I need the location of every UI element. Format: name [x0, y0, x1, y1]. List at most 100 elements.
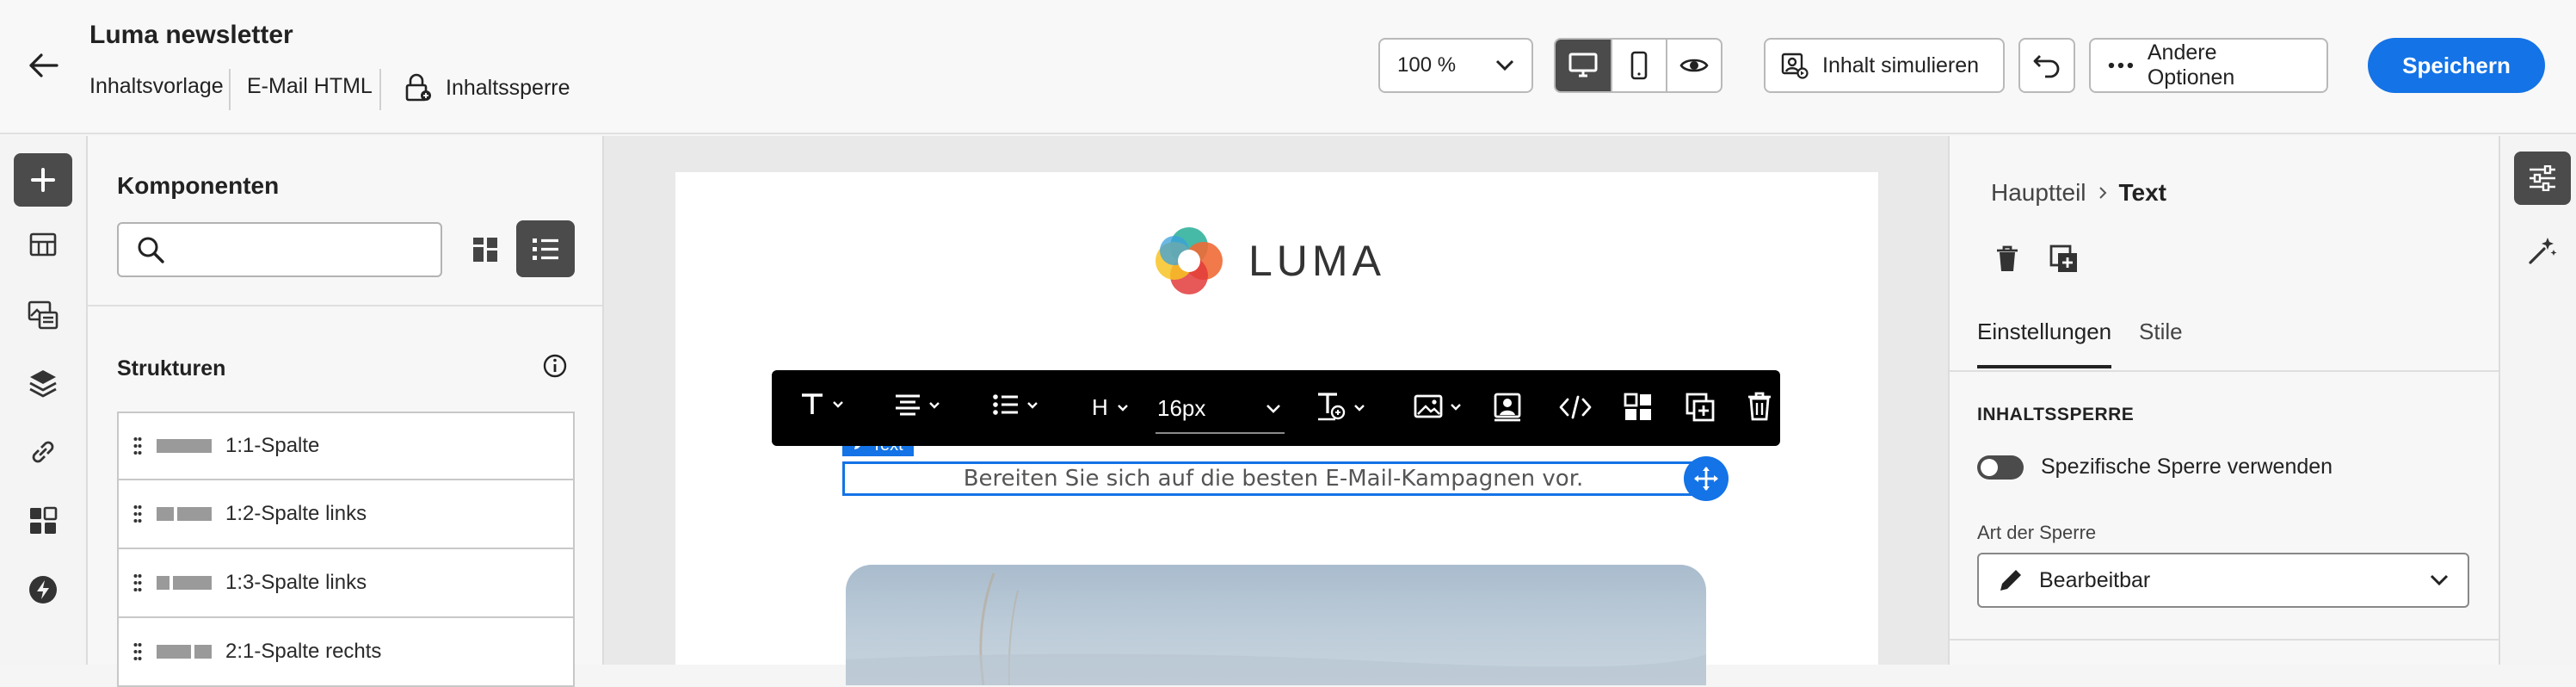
list-view-button[interactable]: [516, 220, 575, 277]
zoom-dropdown[interactable]: 100 %: [1378, 38, 1533, 93]
duplicate-button[interactable]: [1685, 393, 1715, 422]
personal-data-button[interactable]: [1493, 393, 1522, 422]
drag-handle-icon[interactable]: [119, 504, 157, 523]
fragments-button[interactable]: [14, 219, 72, 272]
content-lock-link[interactable]: Inhaltssperre: [404, 71, 570, 105]
selected-text-block[interactable]: Bereiten Sie sich auf die besten E-Mail-…: [842, 461, 1704, 496]
content-lock-label: Inhaltssperre: [446, 75, 570, 100]
drag-handle-icon[interactable]: [119, 436, 157, 455]
more-options-label: Andere Optionen: [2147, 40, 2235, 90]
structure-item-2-1-right[interactable]: 2:1-Spalte rechts: [117, 618, 575, 687]
chevron-down-icon: [1027, 401, 1038, 409]
hero-image-grass: [846, 572, 1706, 685]
components-title: Komponenten: [117, 172, 280, 199]
code-icon: [1559, 395, 1592, 419]
assets-button[interactable]: [14, 288, 72, 341]
chevron-down-icon: [1451, 403, 1461, 411]
grid-icon: [30, 506, 58, 534]
panel-divider: [88, 305, 602, 306]
properties-panel: Hauptteil Text Einstellungen Stile INHAL…: [1948, 136, 2500, 665]
search-icon: [138, 237, 164, 263]
properties-toggle-button[interactable]: [2514, 152, 2571, 205]
info-icon[interactable]: [542, 353, 568, 379]
breadcrumb-parent[interactable]: Hauptteil: [1991, 179, 2086, 207]
template-type: Inhaltsvorlage: [89, 74, 224, 98]
add-components-button[interactable]: [14, 153, 72, 207]
email-body-text[interactable]: Bereiten Sie sich auf die besten E-Mail-…: [964, 466, 1584, 492]
hero-image[interactable]: [846, 565, 1706, 685]
structure-thumbnail: [157, 507, 212, 521]
heading-button[interactable]: H: [1092, 394, 1129, 421]
mobile-view-button[interactable]: [1611, 40, 1666, 91]
layers-icon: [29, 370, 57, 398]
structure-thumbnail: [157, 645, 212, 659]
dynamic-content-button[interactable]: [14, 563, 72, 616]
tab-settings[interactable]: Einstellungen: [1977, 319, 2112, 368]
structure-thumbnail: [157, 576, 212, 590]
component-grid-icon: [1624, 393, 1651, 420]
duplicate-icon: [2049, 244, 2077, 272]
mobile-icon: [1630, 51, 1648, 80]
simulate-content-button[interactable]: Inhalt simulieren: [1764, 38, 2005, 93]
trash-icon: [1997, 245, 2018, 271]
move-handle[interactable]: [1684, 456, 1729, 501]
specific-lock-toggle[interactable]: Spezifische Sperre verwenden: [1977, 455, 2333, 480]
content-blocks-button[interactable]: [14, 494, 72, 548]
bullet-list-icon: [993, 394, 1018, 415]
ai-assistant-button[interactable]: [2514, 224, 2571, 277]
structure-label: 1:2-Spalte links: [225, 502, 367, 525]
undo-button[interactable]: [2018, 38, 2075, 93]
delete-button[interactable]: [1746, 391, 1773, 422]
components-panel: Komponenten Strukturen 1:1-Spalte 1:2-Sp…: [88, 136, 604, 687]
back-button[interactable]: [19, 41, 67, 90]
chevron-right-icon: [2098, 187, 2106, 199]
tab-settings-label: Einstellungen: [1977, 319, 2112, 344]
links-button[interactable]: [14, 425, 72, 479]
fragments-icon: [29, 232, 57, 257]
desktop-view-button[interactable]: [1556, 40, 1611, 91]
personalization-button[interactable]: [1316, 391, 1365, 424]
component-search-input[interactable]: [176, 237, 425, 263]
duplicate-component-button[interactable]: [2049, 244, 2079, 274]
font-size-select[interactable]: 16px: [1156, 384, 1285, 434]
simulate-icon: [1781, 53, 1809, 79]
structures-title: Strukturen: [117, 356, 226, 381]
structure-label: 1:3-Spalte links: [225, 571, 367, 594]
arrow-left-icon: [29, 53, 59, 77]
font-size-value: 16px: [1157, 394, 1206, 421]
structure-item-1-3-left[interactable]: 1:3-Spalte links: [117, 549, 575, 618]
chevron-down-icon: [929, 401, 940, 409]
preview-button[interactable]: [1666, 40, 1721, 91]
desktop-icon: [1568, 53, 1598, 77]
text-format-toolbar: H 16px: [772, 370, 1780, 446]
source-code-button[interactable]: [1558, 394, 1593, 420]
insert-image-button[interactable]: [1414, 394, 1462, 418]
tab-styles[interactable]: Stile: [2139, 319, 2183, 368]
more-options-button[interactable]: Andere Optionen: [2089, 38, 2328, 93]
align-button[interactable]: [894, 393, 940, 417]
page-title: Luma newsletter: [89, 21, 293, 49]
list-button[interactable]: [992, 393, 1038, 417]
drag-handle-icon[interactable]: [119, 642, 157, 661]
save-button[interactable]: Speichern: [2368, 38, 2545, 93]
content-lock-icon: [405, 73, 431, 102]
tile-view-button[interactable]: [458, 222, 513, 277]
component-search-field[interactable]: [117, 222, 442, 277]
meta-divider: [229, 69, 231, 110]
lock-type-dropdown[interactable]: Bearbeitbar: [1977, 553, 2469, 608]
plus-icon: [31, 168, 55, 192]
chevron-down-icon: [833, 400, 843, 408]
text-style-button[interactable]: [799, 391, 844, 417]
structure-item-1-1[interactable]: 1:1-Spalte: [117, 412, 575, 480]
structure-label: 2:1-Spalte rechts: [225, 640, 382, 663]
layers-button[interactable]: [14, 356, 72, 410]
email-body[interactable]: LUMA Text Bereiten Sie sich auf die best…: [675, 172, 1878, 685]
insert-component-button[interactable]: [1624, 393, 1653, 422]
align-center-icon: [896, 394, 920, 416]
structure-item-1-2-left[interactable]: 1:2-Spalte links: [117, 480, 575, 549]
delete-component-button[interactable]: [1994, 244, 2020, 274]
left-rail: [0, 136, 88, 665]
chevron-down-icon: [2430, 574, 2449, 586]
drag-handle-icon[interactable]: [119, 573, 157, 592]
toggle-switch[interactable]: [1977, 455, 2024, 480]
